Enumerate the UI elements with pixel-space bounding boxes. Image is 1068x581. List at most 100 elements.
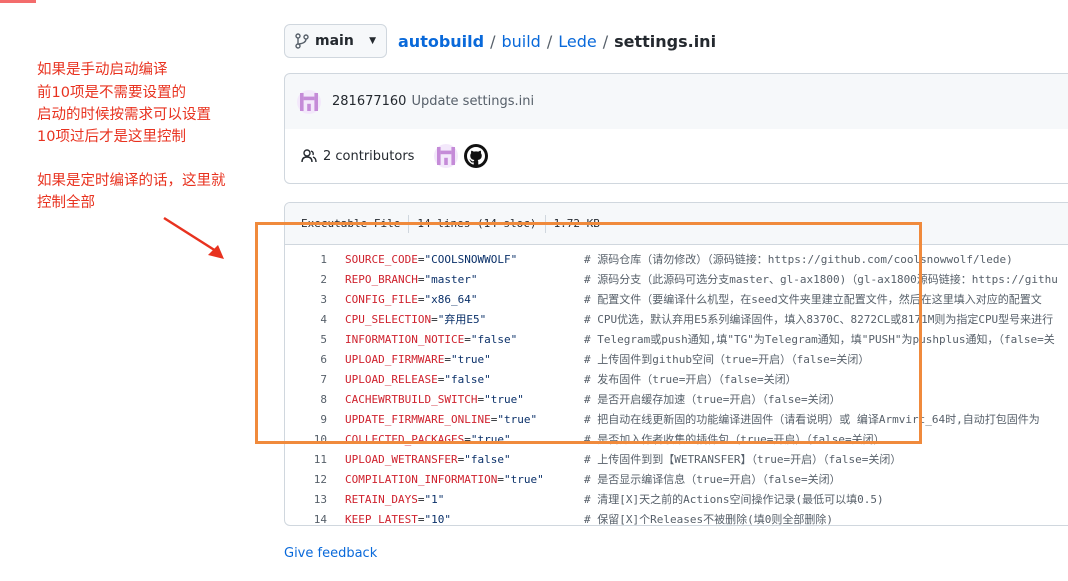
annotation-line-2: 前10项是不需要设置的 xyxy=(37,85,186,101)
line-number[interactable]: 14 xyxy=(285,513,345,526)
setting-key: COLLECTED_PACKAGES xyxy=(345,432,465,446)
setting-comment: # 上传固件到github空间（true=开启）（false=关闭） xyxy=(584,353,870,366)
setting-key: UPLOAD_RELEASE xyxy=(345,372,438,386)
code-line: 13 RETAIN_DAYS = "1" # 清理[X]天之前的Actions空间操作记… xyxy=(285,489,1068,509)
breadcrumb-build-link[interactable]: build xyxy=(501,32,540,51)
setting-value: "10" xyxy=(424,512,451,526)
setting-comment: # 是否显示编译信息（true=开启）（false=关闭） xyxy=(584,473,841,486)
setting-key: RETAIN_DAYS xyxy=(345,492,418,506)
annotation-arrow xyxy=(163,216,224,259)
line-number[interactable]: 11 xyxy=(285,453,345,466)
setting-value: "true" xyxy=(450,352,491,366)
contributor-avatar[interactable] xyxy=(434,144,459,168)
line-number[interactable]: 5 xyxy=(285,333,345,346)
setting-comment: # CPU优选，默认弃用E5系列编译固件，填入8370C、8272CL或8171… xyxy=(584,313,1054,326)
line-number[interactable]: 3 xyxy=(285,293,345,306)
setting-key: INFORMATION_NOTICE xyxy=(345,332,465,346)
breadcrumb-repo-link[interactable]: autobuild xyxy=(398,32,484,51)
file-size: 1.72 KB xyxy=(553,217,600,230)
setting-value: "1" xyxy=(424,492,445,506)
line-number[interactable]: 12 xyxy=(285,473,345,486)
setting-comment: # 发布固件（true=开启）（false=关闭） xyxy=(584,373,797,386)
equals-sign: = xyxy=(464,332,471,346)
branch-label: main xyxy=(315,33,354,49)
code-line: 3 CONFIG_FILE = "x86_64" # 配置文件（要编译什么机型，在see… xyxy=(285,289,1068,309)
setting-comment: # 上传固件到到【WETRANSFER】（true=开启）（false=关闭） xyxy=(584,453,902,466)
identicon-icon xyxy=(300,92,318,111)
breadcrumb-separator: / xyxy=(602,32,609,51)
equals-sign: = xyxy=(417,512,425,526)
equals-sign: = xyxy=(464,432,471,446)
code-line: 4 CPU_SELECTION = "弃用E5" # CPU优选，默认弃用E5系列编译固… xyxy=(285,309,1068,329)
breadcrumb-file-name: settings.ini xyxy=(614,32,717,51)
setting-value: "true" xyxy=(470,432,511,446)
equals-sign: = xyxy=(477,392,485,406)
line-number[interactable]: 6 xyxy=(285,353,345,366)
code-line: 12 COMPILATION_INFORMATION = "true" # 是否显示编译… xyxy=(285,469,1068,489)
setting-key: CPU_SELECTION xyxy=(345,312,432,326)
setting-value: "master" xyxy=(424,272,478,286)
branch-selector-button[interactable]: main ▼ xyxy=(284,24,387,58)
top-accent-bar xyxy=(0,0,36,3)
breadcrumb-lede-link[interactable]: Lede xyxy=(558,32,596,51)
setting-value: "true" xyxy=(497,412,538,426)
chevron-down-icon: ▼ xyxy=(369,36,376,46)
setting-value: "false" xyxy=(444,372,491,386)
identicon-icon xyxy=(437,147,456,165)
equals-sign: = xyxy=(417,272,425,286)
file-info-header: Executable File 14 lines (14 sloc) 1.72 … xyxy=(285,203,1068,245)
breadcrumb-separator: / xyxy=(490,32,496,51)
annotation-line-4: 10项过后才是这里控制 xyxy=(37,129,186,145)
code-line: 11 UPLOAD_WETRANSFER = "false" # 上传固件到到【WETR… xyxy=(285,449,1068,469)
setting-key: KEEP_LATEST xyxy=(345,512,418,526)
setting-comment: # 源码分支（此源码可选分支master、gl-ax1800)（gl-ax180… xyxy=(584,273,1058,286)
equals-sign: = xyxy=(444,352,451,366)
equals-sign: = xyxy=(437,372,445,386)
contributors-bar: 2 contributors xyxy=(284,129,1068,184)
equals-sign: = xyxy=(490,412,498,426)
setting-value: "弃用E5" xyxy=(437,313,487,326)
line-number[interactable]: 7 xyxy=(285,373,345,386)
equals-sign: = xyxy=(497,472,504,486)
setting-key: CACHEWRTBUILD_SWITCH xyxy=(345,392,478,406)
contributors-count-link[interactable]: 2 contributors xyxy=(323,149,414,164)
setting-value: "true" xyxy=(484,392,524,406)
line-number[interactable]: 8 xyxy=(285,393,345,406)
setting-comment: # Telegram或push通知,填"TG"为Telegram通知，填"PUS… xyxy=(584,333,1055,346)
latest-commit-bar: 281677160 Update settings.ini xyxy=(284,73,1068,130)
author-avatar[interactable] xyxy=(297,89,321,114)
setting-comment: # 配置文件（要编译什么机型，在seed文件夹里建立配置文件，然后在这里填入对应… xyxy=(584,293,1042,306)
code-body: 1 SOURCE_CODE = "COOLSNOWWOLF" # 源码仓库（请勿修改）（… xyxy=(285,245,1068,526)
line-number[interactable]: 9 xyxy=(285,413,345,426)
git-branch-icon xyxy=(295,33,309,49)
commit-hash-link[interactable]: 281677160 xyxy=(332,94,406,109)
equals-sign: = xyxy=(417,252,425,266)
line-number[interactable]: 13 xyxy=(285,493,345,506)
line-number[interactable]: 4 xyxy=(285,313,345,326)
give-feedback-link[interactable]: Give feedback xyxy=(284,546,377,561)
setting-comment: # 清理[X]天之前的Actions空间操作记录(最低可以填0.5) xyxy=(584,493,884,506)
contributor-avatar-github[interactable] xyxy=(464,144,489,168)
setting-key: UPLOAD_FIRMWARE xyxy=(345,352,445,366)
code-line: 9 UPDATE_FIRMWARE_ONLINE = "true" # 把自动在线更新固… xyxy=(285,409,1068,429)
setting-comment: # 是否开启缓存加速（true=开启）（false=关闭） xyxy=(584,393,841,406)
line-number[interactable]: 1 xyxy=(285,253,345,266)
setting-value: "x86_64" xyxy=(424,292,478,306)
code-line: 8 CACHEWRTBUILD_SWITCH = "true" # 是否开启缓存加速（t… xyxy=(285,389,1068,409)
setting-key: CONFIG_FILE xyxy=(345,292,418,306)
setting-key: COMPILATION_INFORMATION xyxy=(345,472,498,486)
equals-sign: = xyxy=(417,292,425,306)
line-number[interactable]: 2 xyxy=(285,273,345,286)
divider xyxy=(544,214,546,233)
file-line-count: 14 lines (14 sloc) xyxy=(417,217,537,230)
people-icon xyxy=(301,149,317,163)
annotation-line-3: 启动的时候按需求可以设置 xyxy=(37,107,211,123)
setting-value: "COOLSNOWWOLF" xyxy=(424,252,518,266)
code-line: 1 SOURCE_CODE = "COOLSNOWWOLF" # 源码仓库（请勿修改）（… xyxy=(285,249,1068,269)
setting-value: "false" xyxy=(470,332,518,346)
line-number[interactable]: 10 xyxy=(285,433,345,446)
code-line: 10 COLLECTED_PACKAGES = "true" # 是否加入作者收集的插件… xyxy=(285,429,1068,449)
commit-message-link[interactable]: Update settings.ini xyxy=(411,94,534,109)
annotation-line-1: 如果是手动启动编译 xyxy=(37,62,168,78)
setting-comment: # 源码仓库（请勿修改）（源码链接：https://github.com/coo… xyxy=(584,253,1013,266)
